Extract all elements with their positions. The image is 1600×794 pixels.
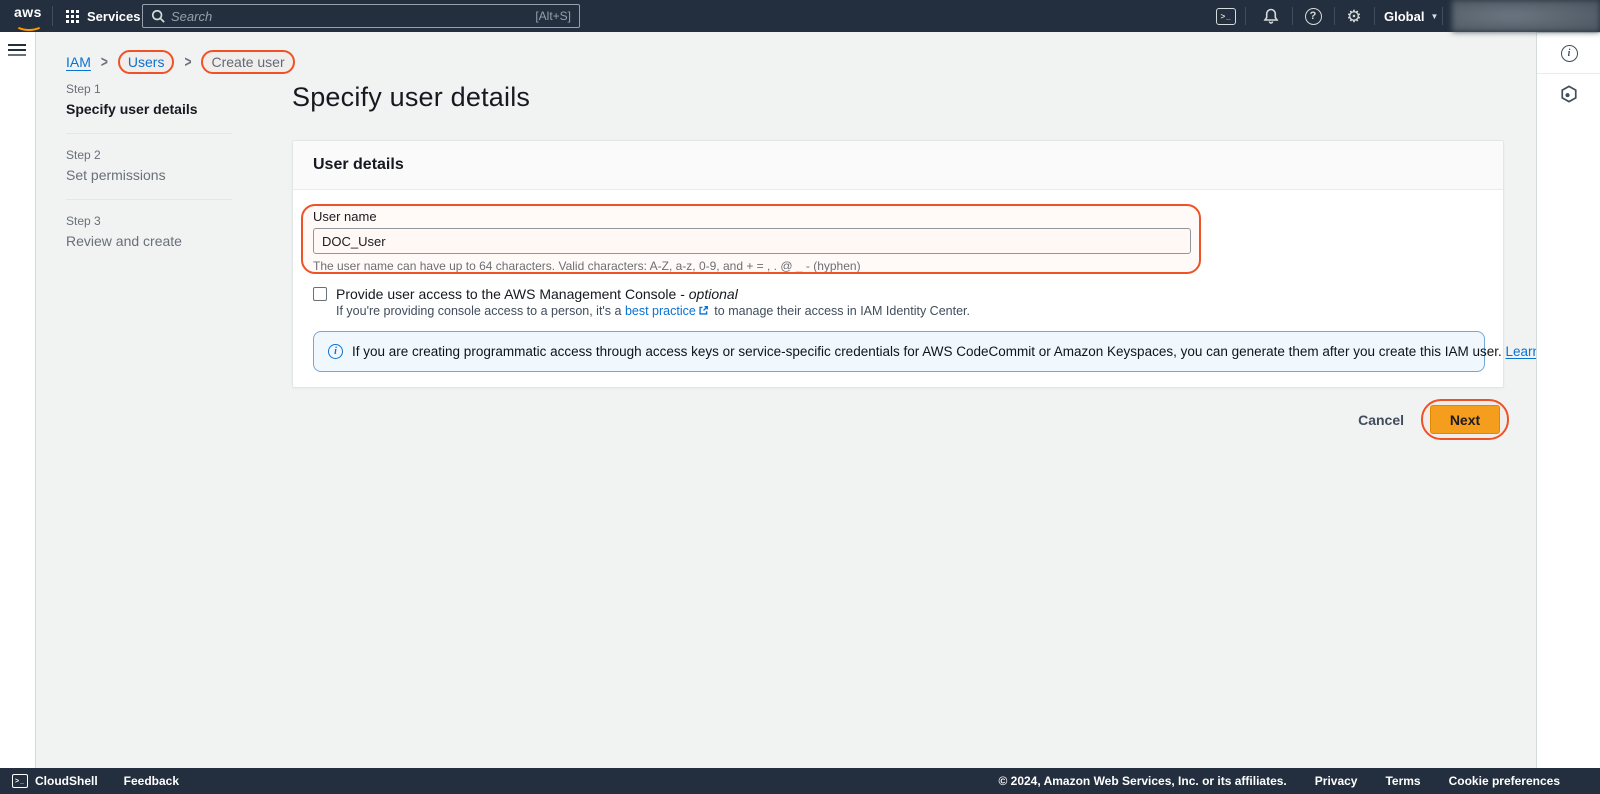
wizard-actions: Cancel Next bbox=[292, 404, 1504, 440]
console-access-checkbox[interactable] bbox=[313, 287, 327, 301]
global-search-box[interactable]: [Alt+S] bbox=[142, 4, 580, 28]
help-icon[interactable]: ? bbox=[1300, 0, 1326, 32]
cloudshell-terminal-icon: >_ bbox=[12, 774, 28, 788]
chevron-right-icon: > bbox=[184, 53, 191, 71]
top-navigation-bar: aws Services [Alt+S] >_ ? ⚙ Global ▼ bbox=[0, 0, 1600, 32]
divider bbox=[1292, 7, 1293, 25]
chevron-down-icon: ▼ bbox=[1430, 12, 1438, 21]
privacy-link[interactable]: Privacy bbox=[1315, 774, 1358, 788]
divider bbox=[66, 199, 232, 200]
breadcrumb-users-link[interactable]: Users bbox=[128, 54, 165, 70]
right-tools-rail: i bbox=[1536, 32, 1600, 768]
copyright-text: © 2024, Amazon Web Services, Inc. or its… bbox=[998, 774, 1286, 788]
external-link-icon bbox=[698, 305, 709, 319]
footer-bar: >_ CloudShell Feedback © 2024, Amazon We… bbox=[0, 768, 1600, 794]
username-label: User name bbox=[313, 209, 377, 224]
breadcrumb-current: Create user bbox=[211, 54, 284, 70]
terms-link[interactable]: Terms bbox=[1385, 774, 1420, 788]
divider bbox=[52, 6, 53, 26]
programmatic-access-info-alert: i If you are creating programmatic acces… bbox=[313, 331, 1485, 372]
iam-create-user-page: aws Services [Alt+S] >_ ? ⚙ Global ▼ bbox=[0, 0, 1600, 794]
username-constraint-text: The user name can have up to 64 characte… bbox=[313, 259, 861, 273]
breadcrumb: IAM > Users > Create user bbox=[66, 48, 295, 76]
page-title: Specify user details bbox=[292, 82, 530, 113]
info-icon: i bbox=[328, 344, 343, 359]
best-practice-link[interactable]: best practice bbox=[625, 304, 696, 318]
services-menu-button[interactable]: Services bbox=[66, 0, 141, 32]
user-details-card: User details User name The user name can… bbox=[292, 140, 1504, 388]
divider bbox=[1442, 7, 1443, 25]
region-selector[interactable]: Global ▼ bbox=[1384, 0, 1438, 32]
chevron-right-icon: > bbox=[101, 53, 108, 71]
settings-gear-icon[interactable]: ⚙ bbox=[1341, 0, 1367, 32]
annotation-circle-create-user: Create user bbox=[201, 50, 294, 74]
optional-text: optional bbox=[689, 286, 738, 302]
aws-logo[interactable]: aws bbox=[14, 4, 42, 20]
search-input[interactable] bbox=[171, 9, 529, 24]
info-panel-icon[interactable]: i bbox=[1537, 33, 1600, 73]
wizard-steps-nav: Step 1 Specify user details Step 2 Set p… bbox=[66, 82, 232, 249]
card-title: User details bbox=[313, 156, 404, 174]
username-input[interactable] bbox=[313, 228, 1191, 254]
region-label: Global bbox=[1384, 9, 1424, 24]
services-grid-icon bbox=[66, 10, 79, 23]
feedback-link[interactable]: Feedback bbox=[124, 774, 179, 788]
divider bbox=[1245, 7, 1246, 25]
cloudshell-footer-button[interactable]: >_ CloudShell bbox=[12, 774, 98, 788]
annotation-circle-users: Users bbox=[118, 50, 175, 74]
resources-hexagon-icon[interactable] bbox=[1537, 74, 1600, 114]
step-3-review-and-create[interactable]: Step 3 Review and create bbox=[66, 214, 232, 249]
search-shortcut-hint: [Alt+S] bbox=[535, 9, 571, 23]
divider bbox=[1374, 7, 1375, 25]
alert-text: If you are creating programmatic access … bbox=[352, 344, 1591, 360]
card-header: User details bbox=[293, 141, 1503, 190]
divider bbox=[1334, 7, 1335, 25]
left-rail bbox=[0, 32, 36, 768]
next-button[interactable]: Next bbox=[1430, 405, 1500, 434]
cloudshell-icon[interactable]: >_ bbox=[1212, 0, 1240, 32]
account-menu-redacted[interactable] bbox=[1452, 0, 1600, 32]
services-label: Services bbox=[87, 9, 141, 24]
console-access-row: Provide user access to the AWS Managemen… bbox=[313, 286, 738, 302]
step-2-set-permissions[interactable]: Step 2 Set permissions bbox=[66, 148, 232, 183]
cancel-button[interactable]: Cancel bbox=[1358, 412, 1404, 428]
console-access-label[interactable]: Provide user access to the AWS Managemen… bbox=[336, 286, 738, 302]
notifications-bell-icon[interactable] bbox=[1258, 0, 1284, 32]
step-1-specify-user-details[interactable]: Step 1 Specify user details bbox=[66, 82, 232, 117]
search-icon bbox=[151, 9, 165, 23]
hamburger-menu-icon[interactable] bbox=[8, 44, 26, 57]
breadcrumb-iam-link[interactable]: IAM bbox=[66, 54, 91, 70]
divider bbox=[66, 133, 232, 134]
console-access-help: If you're providing console access to a … bbox=[336, 304, 970, 319]
cookie-preferences-link[interactable]: Cookie preferences bbox=[1449, 774, 1560, 788]
